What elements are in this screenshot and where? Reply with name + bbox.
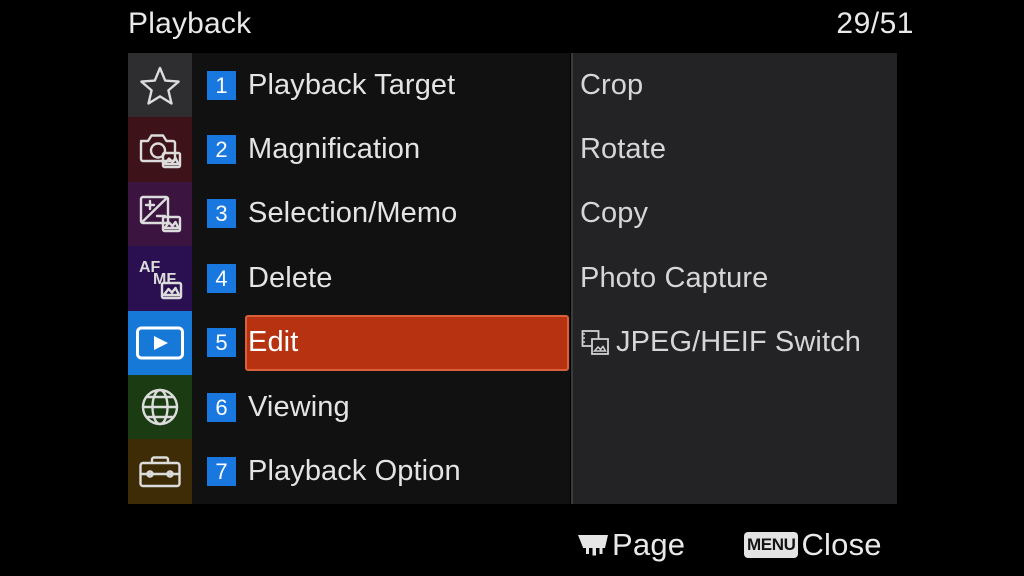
menu-list: 1 Playback Target 2 Magnification 3 Selection… <box>192 53 570 504</box>
menu-item-label: Delete <box>248 261 333 294</box>
menu-item-viewing[interactable]: 6 Viewing <box>192 375 570 439</box>
sidebar-tab-focus[interactable]: AF MF <box>128 246 192 311</box>
detail-option-rotate[interactable]: Rotate <box>573 117 899 181</box>
detail-option-label: Crop <box>580 68 644 101</box>
menu-item-label: Edit <box>248 326 299 359</box>
page-title: Playback <box>128 7 252 40</box>
detail-option-copy[interactable]: Copy <box>573 182 899 246</box>
header-bar: Playback 29/51 <box>0 0 1024 53</box>
menu-item-delete[interactable]: 4 Delete <box>192 246 570 310</box>
menu-item-number: 7 <box>207 457 236 487</box>
menu-item-number: 1 <box>207 70 236 100</box>
star-icon <box>138 63 182 107</box>
detail-option-label: Copy <box>580 197 649 230</box>
menu-item-playback-target[interactable]: 1 Playback Target <box>192 53 570 117</box>
sidebar-tab-playback[interactable] <box>128 310 192 375</box>
detail-option-label: Photo Capture <box>580 261 769 294</box>
camera-menu-screen: Playback 29/51 AF MF 1 Playback Target 2… <box>0 0 1024 576</box>
sidebar-tab-shooting[interactable] <box>128 117 192 182</box>
menu-item-number: 3 <box>207 199 236 229</box>
menu-item-label: Magnification <box>248 133 421 166</box>
menu-item-magnification[interactable]: 2 Magnification <box>192 117 570 181</box>
page-hint[interactable]: Page <box>576 525 685 565</box>
toolbox-icon <box>137 453 183 491</box>
menu-item-number: 6 <box>207 392 236 422</box>
page-counter: 29/51 <box>836 7 914 40</box>
detail-options-panel: Crop Rotate Copy Photo Capture JPEG/HEIF Sw… <box>571 53 897 504</box>
menu-button-badge: MENU <box>744 532 799 558</box>
menu-item-label: Playback Option <box>248 455 461 488</box>
menu-item-label: Playback Target <box>248 68 456 101</box>
detail-option-jpeg-heif-switch[interactable]: JPEG/HEIF Switch <box>573 311 899 375</box>
menu-item-edit[interactable]: 5 Edit <box>192 311 570 375</box>
sidebar-tab-network[interactable] <box>128 374 192 440</box>
sidebar-tab-rail: AF MF <box>128 53 192 504</box>
detail-option-photo-capture[interactable]: Photo Capture <box>573 246 899 310</box>
detail-option-label: JPEG/HEIF Switch <box>616 326 861 359</box>
close-hint[interactable]: MENU Close <box>744 525 882 565</box>
globe-icon <box>138 385 182 429</box>
close-hint-label: Close <box>801 527 882 562</box>
sidebar-tab-exposure[interactable] <box>128 181 192 247</box>
camera-photo-icon <box>137 129 183 171</box>
menu-item-number: 4 <box>207 263 236 293</box>
menu-item-selection-memo[interactable]: 3 Selection/Memo <box>192 182 570 246</box>
menu-item-number: 2 <box>207 135 236 165</box>
menu-item-number: 5 <box>207 328 236 358</box>
detail-option-crop[interactable]: Crop <box>573 53 899 117</box>
sidebar-tab-setup[interactable] <box>128 439 192 504</box>
svg-text:MF: MF <box>153 271 176 288</box>
menu-item-label: Viewing <box>248 390 350 423</box>
page-hint-label: Page <box>612 527 686 562</box>
menu-item-playback-option[interactable]: 7 Playback Option <box>192 439 570 503</box>
menu-item-label: Selection/Memo <box>248 197 458 230</box>
footer-hint-bar: Page MENU Close <box>0 506 1024 576</box>
afmf-icon: AF MF <box>136 256 184 300</box>
playback-icon <box>135 325 185 361</box>
jpeg-heif-switch-icon <box>580 328 612 358</box>
exposure-icon <box>137 193 183 235</box>
sidebar-tab-my-menu[interactable] <box>128 53 192 118</box>
control-dial-icon <box>578 535 608 556</box>
detail-option-label: Rotate <box>580 133 667 166</box>
